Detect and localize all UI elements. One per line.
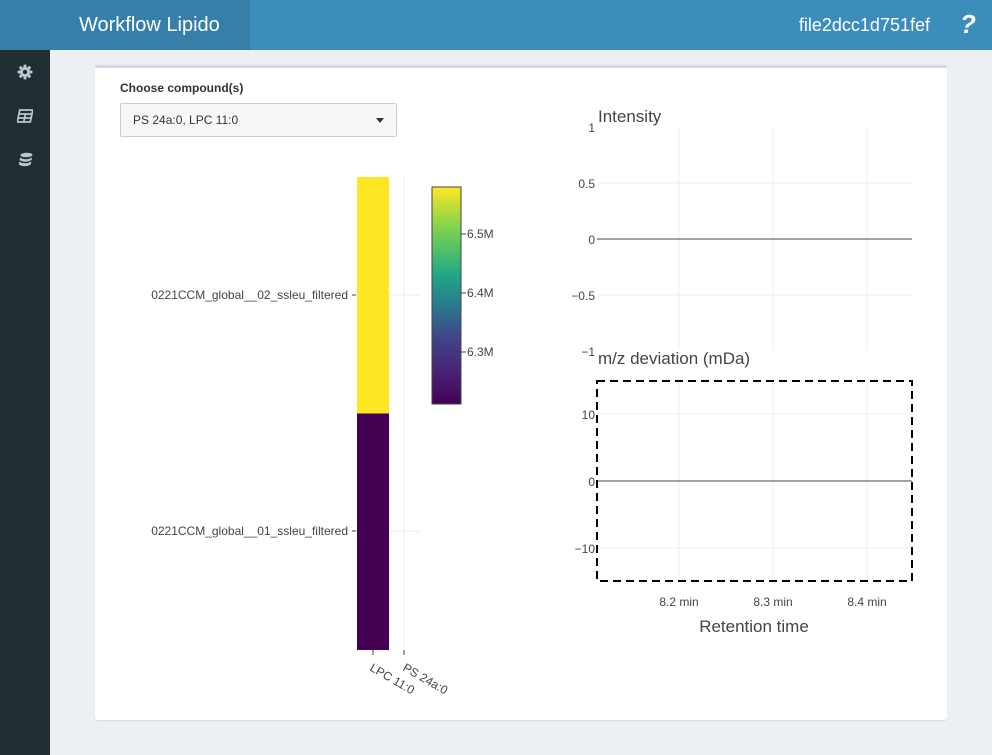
x-axis-title: Retention time	[699, 617, 809, 636]
colorbar	[431, 186, 462, 405]
mz-plot-title: m/z deviation (mDa)	[598, 349, 750, 368]
intensity-subplot: Intensity 1 0.5 0 −0.5 −1	[571, 107, 912, 359]
colorbar-tick: 6.4M	[467, 286, 494, 300]
plots-area: 0221CCM_global__02_ssleu_filtered 0221CC…	[151, 107, 913, 697]
y-tick: 10	[582, 408, 596, 422]
x-tick: 8.3 min	[753, 595, 792, 609]
heatmap-cell	[357, 177, 389, 414]
heatmap-row-label: 0221CCM_global__02_ssleu_filtered	[151, 288, 348, 302]
intensity-plot-title: Intensity	[598, 107, 662, 126]
mz-deviation-subplot: m/z deviation (mDa) 10 0 −10	[575, 349, 913, 582]
heatmap-row-label: 0221CCM_global__01_ssleu_filtered	[151, 524, 348, 538]
y-tick: −1	[581, 345, 595, 359]
x-tick: 8.4 min	[847, 595, 886, 609]
y-tick: −10	[575, 542, 596, 556]
y-tick: 1	[588, 121, 595, 135]
y-tick: 0	[588, 233, 595, 247]
y-tick: −0.5	[571, 289, 595, 303]
heatmap-cell	[357, 413, 389, 650]
x-tick: 8.2 min	[659, 595, 698, 609]
colorbar-tick: 6.5M	[467, 227, 494, 241]
colorbar-tick: 6.3M	[467, 345, 494, 359]
y-tick: 0	[588, 475, 595, 489]
y-tick: 0.5	[578, 177, 595, 191]
heatmap-plot: 0221CCM_global__02_ssleu_filtered 0221CC…	[151, 177, 494, 697]
